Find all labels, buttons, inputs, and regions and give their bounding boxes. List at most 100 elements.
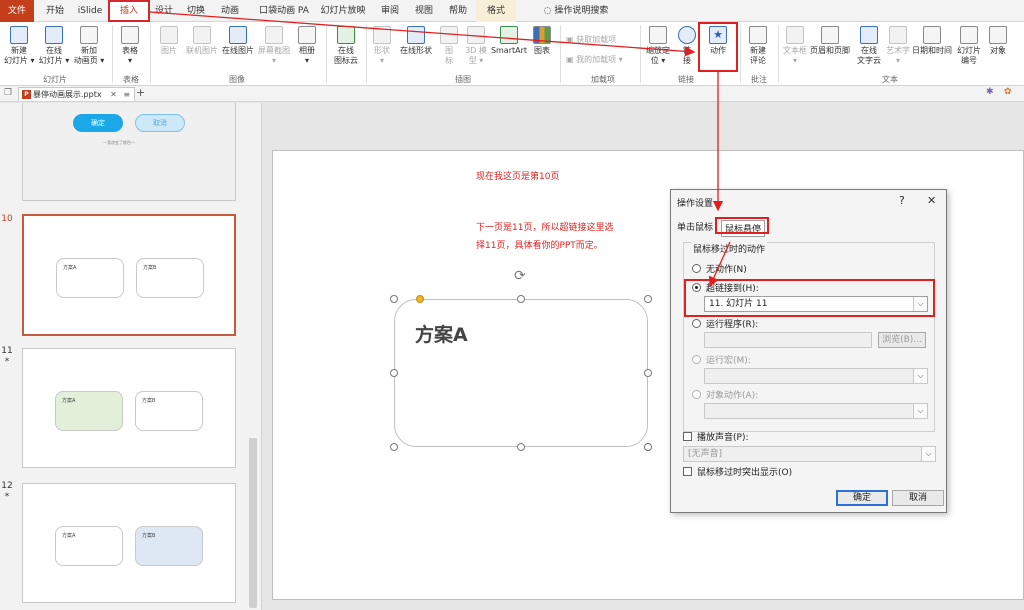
tab-help[interactable]: 帮助 <box>446 0 470 22</box>
table-button[interactable]: 表格 ▾ <box>116 26 144 66</box>
screenshot-button[interactable]: 屏幕截图 ▾ <box>256 26 292 66</box>
tab-view[interactable]: 视图 <box>412 0 436 22</box>
rotate-handle-icon[interactable]: ⟳ <box>514 268 526 284</box>
tab-transitions[interactable]: 切换 <box>184 0 208 22</box>
store-icon: ▣ <box>566 35 577 44</box>
tab-mouse-click[interactable]: 单击鼠标 <box>677 220 713 233</box>
picture-button[interactable]: 图片 <box>156 26 182 56</box>
new-animation-page-button[interactable]: 新加 动画页 ▾ <box>72 26 106 66</box>
tab-animations[interactable]: 动画 <box>218 0 242 22</box>
date-time-button[interactable]: 日期和时间 <box>912 26 952 56</box>
highlight-checkbox[interactable] <box>683 467 692 476</box>
link-button[interactable]: 链 接 <box>676 26 698 66</box>
mini-plan-a: 方案A <box>55 526 123 566</box>
chart-icon <box>533 26 551 44</box>
adjust-handle[interactable] <box>416 295 424 303</box>
annotation-box-action <box>698 22 738 72</box>
new-comment-button[interactable]: 新建 评论 <box>744 26 772 66</box>
3d-model-button[interactable]: 3D 模 型 ▾ <box>462 26 490 66</box>
new-tab-icon[interactable]: + <box>136 86 145 99</box>
tab-format[interactable]: 格式 <box>476 0 516 22</box>
album-button[interactable]: 相册 ▾ <box>294 26 320 66</box>
islide-gear-icon[interactable]: ✱ <box>986 87 994 97</box>
sound-select[interactable]: [无声音] ⌵ <box>683 446 936 462</box>
wordart-button[interactable]: 艺术字 ▾ <box>884 26 912 66</box>
online-slide-button[interactable]: 在线 幻灯片 ▾ <box>38 26 70 66</box>
radio-object-action[interactable] <box>692 390 701 399</box>
tab-pocket-animation[interactable]: 口袋动画 PA <box>256 0 312 22</box>
shapes-button[interactable]: 形状 ▾ <box>370 26 394 66</box>
annotation-box-hover-tab <box>715 217 769 234</box>
tab-design[interactable]: 设计 <box>152 0 176 22</box>
cancel-button[interactable]: 取消 <box>892 490 944 506</box>
online-picture-button[interactable]: 联机图片 <box>184 26 220 56</box>
dialog-title: 操作设置 <box>677 199 714 209</box>
object-action-select[interactable]: ⌵ <box>704 403 928 419</box>
chevron-down-icon: ⌵ <box>913 404 927 418</box>
new-slide-icon <box>10 26 28 44</box>
hash-icon <box>960 26 978 44</box>
online-shapes-button[interactable]: 在线形状 <box>396 26 436 56</box>
thumbnail-scrollbar[interactable] <box>249 438 257 608</box>
group-illustrations: 插图 <box>455 75 471 84</box>
my-addins-button[interactable]: ▣ 我的加载项 ▾ <box>566 54 623 65</box>
ribbon-tabs: 文件 开始 iSlide 插入 设计 切换 动画 口袋动画 PA 幻灯片放映 审… <box>0 0 1024 22</box>
chart-button[interactable]: 图表 <box>530 26 554 56</box>
new-slide-button[interactable]: 新建 幻灯片 ▾ <box>4 26 35 66</box>
resize-handle-l[interactable] <box>390 369 398 377</box>
action-settings-dialog: 操作设置 ? ✕ 单击鼠标 鼠标悬停 鼠标移过时的动作 无动作(N) 超链接到(… <box>670 189 947 513</box>
play-sound-checkbox[interactable] <box>683 432 692 441</box>
resize-handle-br[interactable] <box>644 443 652 451</box>
resize-handle-tl[interactable] <box>390 295 398 303</box>
radio-no-action[interactable] <box>692 264 701 273</box>
help-icon[interactable]: ? <box>899 194 905 207</box>
tab-review[interactable]: 审阅 <box>378 0 402 22</box>
close-icon[interactable]: ✕ <box>927 194 936 207</box>
slide-thumbnail-11[interactable]: 方案A 方案B <box>22 348 236 468</box>
tab-slideshow[interactable]: 幻灯片放映 <box>318 0 368 22</box>
tab-file[interactable]: 文件 <box>0 0 34 22</box>
run-program-label: 运行程序(R): <box>706 320 759 330</box>
object-button[interactable]: 对象 <box>986 26 1010 56</box>
get-addins-button[interactable]: ▣ 获取加载项 <box>566 34 616 45</box>
tab-home[interactable]: 开始 <box>40 0 70 22</box>
online-text-cloud-button[interactable]: 在线 文字云 <box>854 26 884 66</box>
settings-icon[interactable]: ✿ <box>1004 87 1012 97</box>
slide-thumbnail-9[interactable]: 确定 取消 —我改变了颜色— <box>22 103 236 201</box>
ok-button[interactable]: 确定 <box>836 490 888 506</box>
resize-handle-b[interactable] <box>517 443 525 451</box>
resize-handle-r[interactable] <box>644 369 652 377</box>
plan-a-shape[interactable]: 方案A <box>394 299 648 447</box>
slide-number-button[interactable]: 幻灯片 编号 <box>954 26 984 66</box>
tab-close-icon[interactable]: ✕ <box>110 90 117 99</box>
zoom-button[interactable]: 缩放定 位 ▾ <box>644 26 672 66</box>
icons-button[interactable]: 图 标 <box>438 26 460 66</box>
text-cloud-icon <box>860 26 878 44</box>
tab-insert[interactable]: 插入 <box>108 0 150 22</box>
radio-run-program[interactable] <box>692 319 701 328</box>
annotation-box-hyperlink <box>684 279 935 317</box>
group-comments: 批注 <box>751 75 767 84</box>
run-macro-label: 运行宏(M): <box>706 356 751 366</box>
textbox-button[interactable]: 文本框 ▾ <box>782 26 808 66</box>
group-text: 文本 <box>882 75 898 84</box>
document-tab[interactable]: P 暴停动画展示.pptx ✕ ≡ <box>18 87 136 101</box>
resize-handle-tr[interactable] <box>644 295 652 303</box>
tab-islide[interactable]: iSlide <box>74 0 106 22</box>
mini-plan-a: 方案A <box>55 391 123 431</box>
online-image-button[interactable]: 在线图片 <box>220 26 256 56</box>
tell-me-search[interactable]: ◌ 操作说明搜索 <box>526 0 626 22</box>
object-action-label: 对象动作(A): <box>706 391 759 401</box>
slide-thumbnail-12[interactable]: 方案A 方案B <box>22 483 236 603</box>
slide-thumbnail-10[interactable]: 方案A 方案B <box>22 214 236 336</box>
radio-run-macro[interactable] <box>692 355 701 364</box>
online-icon-cloud-button[interactable]: 在线 图标云 <box>330 26 362 66</box>
tab-menu-icon[interactable]: ≡ <box>123 90 130 99</box>
header-footer-button[interactable]: 页眉和页脚 <box>808 26 852 56</box>
macro-select[interactable]: ⌵ <box>704 368 928 384</box>
resize-handle-bl[interactable] <box>390 443 398 451</box>
resize-handle-t[interactable] <box>517 295 525 303</box>
browse-button[interactable]: 浏览(B)... <box>878 332 926 348</box>
smartart-button[interactable]: SmartArt <box>490 26 528 56</box>
program-path-input[interactable] <box>704 332 872 348</box>
